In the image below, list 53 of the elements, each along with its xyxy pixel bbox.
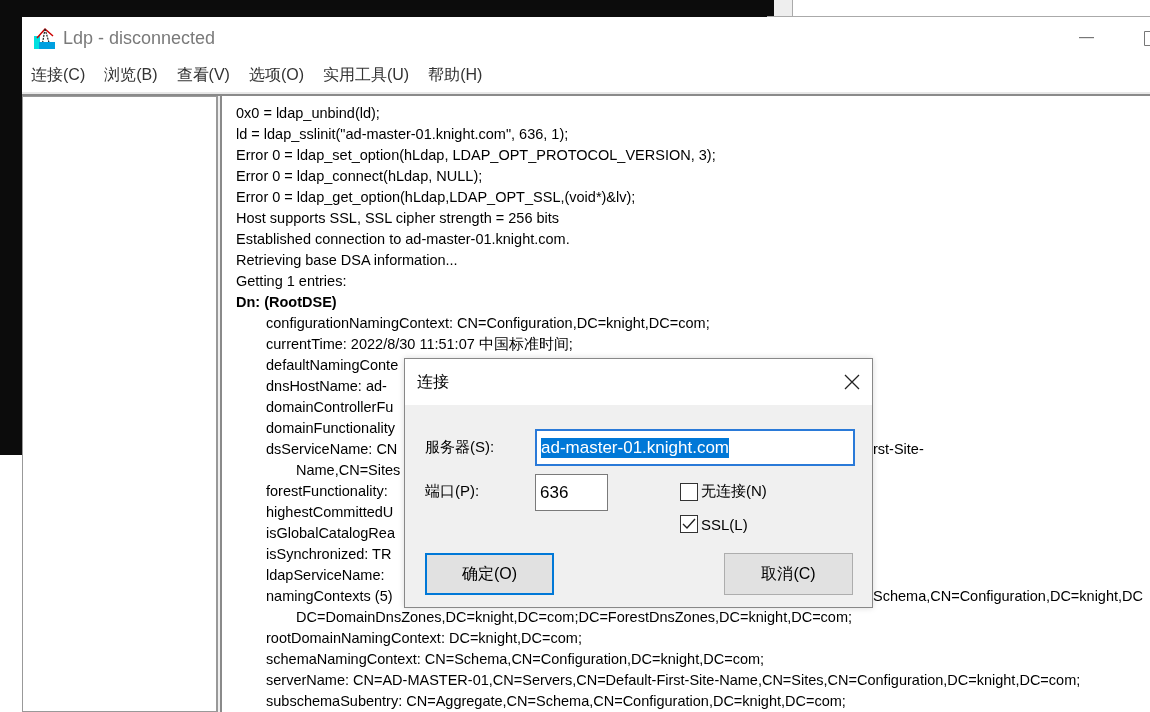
checkbox[interactable] [680,515,698,533]
checkbox-option[interactable]: 无连接(N) [680,482,767,501]
dialog-button[interactable]: 确定(O) [425,553,554,595]
port-field[interactable]: 636 [535,474,608,511]
log-line: Error 0 = ldap_get_option(hLdap,LDAP_OPT_SSL,(void*)&lv); [236,189,636,205]
menu-item[interactable]: 选项(O) [248,65,304,87]
log-line: serverName: CN=AD-MASTER-01,CN=Servers,CN=Default-First-Site-Name,CN=Sites,CN=Configuration,DC=knight,DC=com; [266,672,1081,688]
menu-item[interactable]: 浏览(B) [104,65,158,87]
log-line: currentTime: 2022/8/30 11:51:07 中国标准时间; [266,336,573,352]
checkbox-option[interactable]: SSL(L) [680,515,767,533]
log-line: schemaNamingContext: CN=Schema,CN=Configuration,DC=knight,DC=com; [266,651,765,667]
log-line: rootDomainNamingContext: DC=knight,DC=com; [266,630,582,646]
log-line: Error 0 = ldap_set_option(hLdap, LDAP_OPT_PROTOCOL_VERSION, 3); [236,147,716,163]
log-line: Host supports SSL, SSL cipher strength = 256 bits [236,210,560,226]
minimize-icon[interactable] [1079,37,1094,40]
log-line: Dn: (RootDSE) [236,294,337,310]
menu-item[interactable]: 查看(V) [176,65,230,87]
menu-item[interactable]: 连接(C) [31,65,86,87]
field-label: 端口(P): [425,481,481,501]
log-line: Schema,CN=Configuration,DC=knight,DC [873,587,1144,606]
window-title: Ldp - disconnected [63,27,216,49]
log-line: isSynchronized: TR [266,546,392,562]
close-icon[interactable] [844,374,860,390]
log-line: Retrieving base DSA information... [236,252,458,268]
log-line: 0x0 = ldap_unbind(ld); [236,105,380,121]
log-line: Name,CN=Sites [296,462,401,478]
log-line: dsServiceName: CN [266,441,398,457]
log-line: defaultNamingConte [266,357,399,373]
menu-item[interactable]: 帮助(H) [428,65,483,87]
log-line: domainControllerFu [266,399,394,415]
log-line: rst-Site- [873,440,925,459]
maximize-icon[interactable] [1144,30,1150,46]
field-label: 服务器(S): [425,438,496,457]
log-line: DC=DomainDnsZones,DC=knight,DC=com;DC=ForestDnsZones,DC=knight,DC=com; [296,609,853,625]
server-field[interactable]: ad-master-01.knight.com [535,429,855,466]
app-icon [33,26,57,51]
log-line: Getting 1 entries: [236,273,347,289]
dialog-button[interactable]: 取消(C) [724,553,853,595]
log-line: highestCommittedU [266,504,394,520]
log-line: ld = ldap_sslinit("ad-master-01.knight.com", 636, 1); [236,126,569,142]
log-line: isGlobalCatalogRea [266,525,395,541]
log-line: Error 0 = ldap_connect(hLdap, NULL); [236,168,483,184]
menu-item[interactable]: 实用工具(U) [323,65,410,87]
log-line: Established connection to ad-master-01.knight.com. [236,231,570,247]
log-line: ldapServiceName: [266,567,385,583]
log-line: configurationNamingContext: CN=Configuration,DC=knight,DC=com; [266,315,710,331]
log-line: domainFunctionality [266,420,395,436]
log-line: namingContexts (5) [266,588,393,604]
checkbox[interactable] [680,482,698,501]
log-line: subschemaSubentry: CN=Aggregate,CN=Schema,CN=Configuration,DC=knight,DC=com; [266,693,846,709]
dialog-title: 连接 [417,371,449,392]
log-line: dnsHostName: ad- [266,378,387,394]
log-line: forestFunctionality: [266,483,388,499]
